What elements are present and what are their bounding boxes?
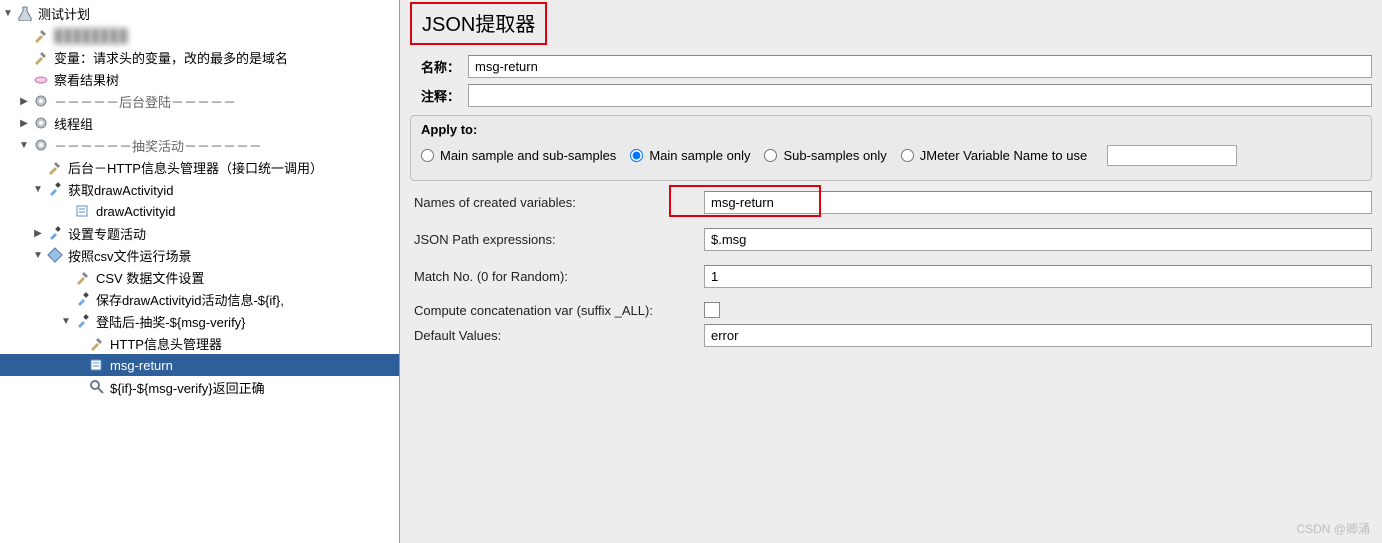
tree-item-http-header[interactable]: HTTP信息头管理器 (0, 332, 399, 354)
dropper-icon (74, 312, 92, 330)
tree-item-set-topic[interactable]: ▶ 设置专题活动 (0, 222, 399, 244)
tree-item-view-results[interactable]: 察看结果树 (0, 68, 399, 90)
dropper-icon (46, 180, 64, 198)
names-label: Names of created variables: (414, 195, 704, 210)
dropper-icon (74, 290, 92, 308)
apply-to-group: Apply to: Main sample and sub-samples Ma… (410, 115, 1372, 181)
tree-item-if-verify[interactable]: ${if}-${msg-verify}返回正确 (0, 376, 399, 398)
tree-item-test-plan[interactable]: ▼ 测试计划 (0, 2, 399, 24)
tools-icon (32, 48, 50, 66)
radio-main-sub[interactable]: Main sample and sub-samples (421, 148, 616, 163)
tools-icon (88, 334, 106, 352)
tree-item-csv-scenario[interactable]: ▼ 按照csv文件运行场景 (0, 244, 399, 266)
flask-icon (16, 4, 34, 22)
extractor-icon (88, 356, 106, 374)
extractor-icon (74, 202, 92, 220)
comment-label: 注释： (412, 86, 460, 105)
radio-sub-only[interactable]: Sub-samples only (764, 148, 886, 163)
collapse-icon[interactable]: ▼ (2, 8, 14, 19)
json-path-label: JSON Path expressions: (414, 232, 704, 247)
tree-item-lottery-section[interactable]: ▼ －－－－－－抽奖活动－－－－－－ (0, 134, 399, 156)
tree-item-blurred[interactable]: ████████ (0, 24, 399, 46)
tree-label: drawActivityid (96, 204, 175, 219)
tree-item-login-lottery[interactable]: ▼ 登陆后-抽奖-${msg-verify} (0, 310, 399, 332)
radio-main-only[interactable]: Main sample only (630, 148, 750, 163)
tree-item-variables[interactable]: 变量：请求头的变量，改的最多的是域名 (0, 46, 399, 68)
tree-label: 保存drawActivityid活动信息-${if}, (96, 290, 284, 309)
tree-label: －－－－－－抽奖活动－－－－－－ (54, 136, 262, 155)
tree-item-get-draw[interactable]: ▼ 获取drawActivityid (0, 178, 399, 200)
tree-label: －－－－－后台登陆－－－－－ (54, 92, 236, 111)
detail-panel: JSON提取器 名称： 注释： Apply to: Main sample an… (400, 0, 1382, 543)
gear-icon (32, 114, 50, 132)
collapse-icon[interactable]: ▼ (18, 140, 30, 151)
dropper-icon (46, 224, 64, 242)
match-no-label: Match No. (0 for Random): (414, 269, 704, 284)
comment-input[interactable] (468, 84, 1372, 107)
tree-label: ████████ (54, 28, 128, 43)
tree-label: HTTP信息头管理器 (110, 334, 222, 353)
tree-label: 按照csv文件运行场景 (68, 246, 192, 265)
gear-icon (32, 92, 50, 110)
gear-icon (32, 136, 50, 154)
names-input[interactable] (704, 191, 1372, 214)
tree-item-login-section[interactable]: ▶ －－－－－后台登陆－－－－－ (0, 90, 399, 112)
json-path-input[interactable] (704, 228, 1372, 251)
watermark: CSDN @卿涌 (1296, 520, 1370, 537)
collapse-icon[interactable]: ▼ (60, 316, 72, 327)
tree-label: 察看结果树 (54, 70, 119, 89)
diamond-icon (46, 246, 64, 264)
tree-label: 变量：请求头的变量，改的最多的是域名 (54, 48, 288, 67)
tools-icon (74, 268, 92, 286)
tree-label: 线程组 (54, 114, 93, 133)
magnifier-icon (88, 378, 106, 396)
default-label: Default Values: (414, 328, 704, 343)
tree-label: 设置专题活动 (68, 224, 146, 243)
tools-icon (32, 26, 50, 44)
tree-label: msg-return (110, 358, 173, 373)
name-input[interactable] (468, 55, 1372, 78)
concat-label: Compute concatenation var (suffix _ALL): (414, 303, 704, 318)
tree-item-csv-settings[interactable]: CSV 数据文件设置 (0, 266, 399, 288)
concat-checkbox[interactable] (704, 302, 720, 318)
match-no-input[interactable] (704, 265, 1372, 288)
tree-label: 后台－HTTP信息头管理器（接口统一调用） (68, 158, 323, 177)
collapse-icon[interactable]: ▼ (32, 184, 44, 195)
tree-label: 获取drawActivityid (68, 180, 173, 199)
tree-panel[interactable]: ▼ 测试计划 ████████ 变量：请求头的变量，改的最多的是域名 察看结果树… (0, 0, 400, 543)
eye-icon (32, 70, 50, 88)
panel-title: JSON提取器 (410, 2, 547, 45)
tree-item-draw-id[interactable]: drawActivityid (0, 200, 399, 222)
expand-icon[interactable]: ▶ (32, 228, 44, 239)
expand-icon[interactable]: ▶ (18, 96, 30, 107)
tree-item-http-header-mgr[interactable]: 后台－HTTP信息头管理器（接口统一调用） (0, 156, 399, 178)
tools-icon (46, 158, 64, 176)
tree-label: ${if}-${msg-verify}返回正确 (110, 378, 265, 397)
apply-to-label: Apply to: (421, 122, 1361, 137)
tree-item-save-draw[interactable]: 保存drawActivityid活动信息-${if}, (0, 288, 399, 310)
tree-label: CSV 数据文件设置 (96, 268, 204, 287)
tree-item-msg-return[interactable]: msg-return (0, 354, 399, 376)
default-input[interactable] (704, 324, 1372, 347)
name-label: 名称： (412, 57, 460, 76)
radio-jmeter-var[interactable]: JMeter Variable Name to use (901, 148, 1087, 163)
tree-item-thread-group[interactable]: ▶ 线程组 (0, 112, 399, 134)
tree-label: 登陆后-抽奖-${msg-verify} (96, 312, 246, 331)
collapse-icon[interactable]: ▼ (32, 250, 44, 261)
expand-icon[interactable]: ▶ (18, 118, 30, 129)
jmeter-var-input[interactable] (1107, 145, 1237, 166)
tree-label: 测试计划 (38, 4, 90, 23)
